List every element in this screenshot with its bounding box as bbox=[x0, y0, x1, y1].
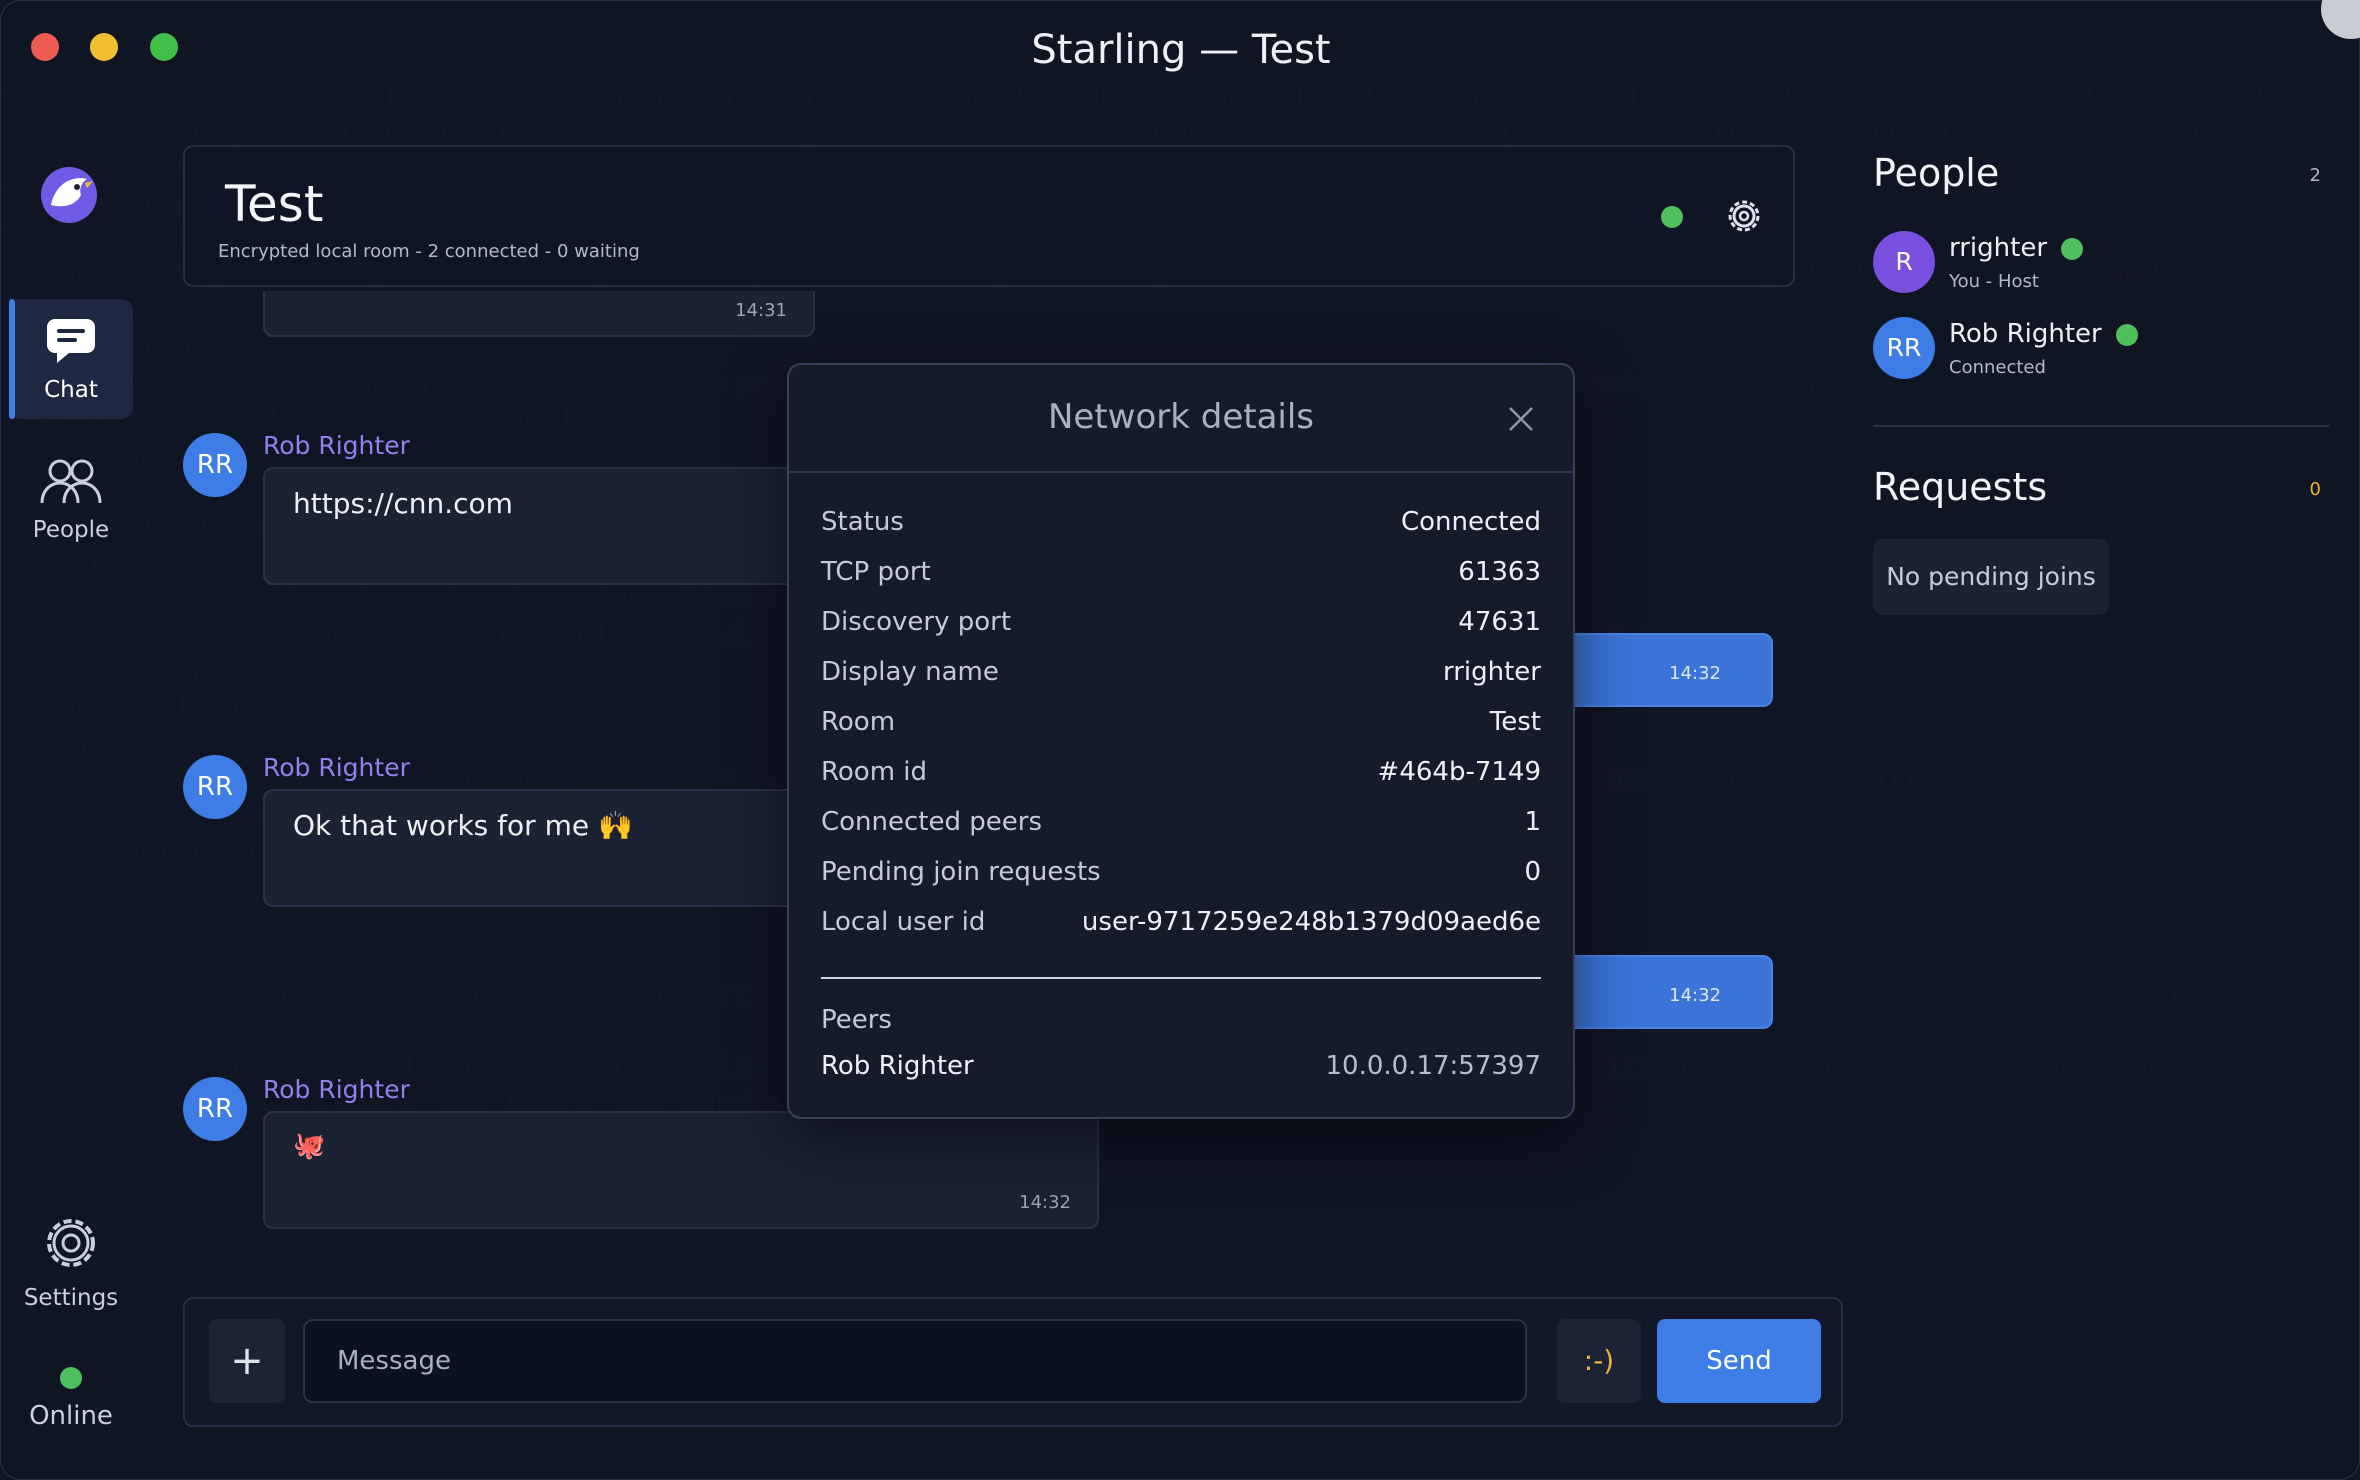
message-bubble: 🐙 14:32 bbox=[263, 1111, 1099, 1229]
rail-settings[interactable]: Settings bbox=[9, 1213, 133, 1311]
requests-heading: Requests bbox=[1873, 465, 2048, 509]
message-time: 14:32 bbox=[1669, 985, 1721, 1006]
avatar: R bbox=[1873, 231, 1935, 293]
detail-value: 0 bbox=[1524, 857, 1541, 887]
detail-value: rrighter bbox=[1442, 657, 1541, 687]
message-sender[interactable]: Rob Righter bbox=[263, 1075, 410, 1104]
message-bubble: https://cnn.com bbox=[263, 467, 815, 585]
room-subtitle: Encrypted local room - 2 connected - 0 w… bbox=[218, 241, 640, 262]
detail-label: Room bbox=[821, 707, 896, 737]
person-row[interactable]: RR Rob Righter Connected bbox=[1873, 317, 2313, 387]
detail-value[interactable]: user-9717259e248b1379d09aed6e bbox=[1082, 907, 1541, 937]
online-dot-icon bbox=[60, 1367, 82, 1389]
online-dot-icon bbox=[2061, 237, 2084, 260]
window-title: Starling — Test bbox=[1031, 27, 1331, 73]
dialog-divider bbox=[821, 977, 1541, 979]
detail-label: TCP port bbox=[821, 557, 931, 587]
message-bubble: 14:31 bbox=[263, 291, 815, 337]
app-window: Starling — Test Chat People Settings Onl… bbox=[0, 0, 2360, 1480]
requests-count: 0 bbox=[2309, 479, 2321, 500]
detail-label: Pending join requests bbox=[821, 857, 1101, 887]
rail-people[interactable]: People bbox=[9, 457, 133, 543]
detail-label: Status bbox=[821, 507, 904, 537]
person-name: rrighter bbox=[1949, 233, 2048, 263]
rail-chat-label: Chat bbox=[44, 377, 98, 403]
send-button[interactable]: Send bbox=[1657, 1319, 1821, 1403]
detail-value: 47631 bbox=[1458, 607, 1541, 637]
peers-heading: Peers bbox=[821, 1005, 892, 1035]
room-status-dot-icon[interactable] bbox=[1661, 206, 1683, 228]
starling-logo-icon bbox=[41, 167, 97, 223]
detail-label: Connected peers bbox=[821, 807, 1042, 837]
message-sender[interactable]: Rob Righter bbox=[263, 431, 410, 460]
emoji-button[interactable]: :-) bbox=[1557, 1319, 1641, 1403]
detail-value: 1 bbox=[1524, 807, 1541, 837]
panel-divider bbox=[1873, 425, 2329, 427]
avatar: RR bbox=[183, 755, 247, 819]
people-count: 2 bbox=[2309, 165, 2321, 186]
close-icon[interactable] bbox=[1507, 405, 1535, 433]
detail-label: Local user id bbox=[821, 907, 986, 937]
message-text: Ok that works for me 🙌 bbox=[293, 809, 633, 842]
person-status: Connected bbox=[1949, 357, 2046, 378]
person-row[interactable]: R rrighter You - Host bbox=[1873, 231, 2313, 301]
online-dot-icon bbox=[2115, 323, 2138, 346]
online-status: Online bbox=[9, 1367, 133, 1431]
avatar: RR bbox=[183, 433, 247, 497]
detail-row-connected-peers: Connected peers 1 bbox=[821, 807, 1541, 847]
avatar: RR bbox=[1873, 317, 1935, 379]
titlebar: Starling — Test bbox=[1, 1, 2360, 101]
rail-settings-label: Settings bbox=[23, 1285, 119, 1311]
detail-value: Test bbox=[1489, 707, 1541, 737]
message-time: 14:32 bbox=[1669, 663, 1721, 684]
message-bubble: Ok that works for me 🙌 bbox=[263, 789, 815, 907]
right-panel: People 2 R rrighter You - Host RR Rob Ri… bbox=[1849, 141, 2329, 1341]
detail-value: Connected bbox=[1400, 507, 1541, 537]
person-name: Rob Righter bbox=[1949, 319, 2102, 349]
dialog-title: Network details bbox=[1047, 397, 1315, 437]
detail-row-status: Status Connected bbox=[821, 507, 1541, 547]
room-header: Test Encrypted local room - 2 connected … bbox=[183, 145, 1795, 287]
avatar: RR bbox=[183, 1077, 247, 1141]
no-pending-joins: No pending joins bbox=[1873, 539, 2109, 615]
rail-people-label: People bbox=[32, 517, 110, 543]
detail-label: Display name bbox=[821, 657, 999, 687]
message-sticker: 🐙 bbox=[293, 1131, 326, 1161]
chat-icon bbox=[47, 319, 95, 363]
detail-row-local-user-id: Local user id user-9717259e248b1379d09ae… bbox=[821, 907, 1541, 947]
message-time: 14:31 bbox=[735, 300, 787, 321]
message-time: 14:32 bbox=[1019, 1192, 1071, 1213]
detail-value: #464b-7149 bbox=[1377, 757, 1541, 787]
detail-row-discovery-port: Discovery port 47631 bbox=[821, 607, 1541, 647]
message-composer: + :-) Send bbox=[183, 1297, 1843, 1427]
detail-value: 61363 bbox=[1458, 557, 1541, 587]
person-role: You - Host bbox=[1949, 271, 2039, 292]
detail-row-room: Room Test bbox=[821, 707, 1541, 747]
message-sender[interactable]: Rob Righter bbox=[263, 753, 410, 782]
online-label: Online bbox=[29, 1401, 113, 1431]
rail-chat[interactable]: Chat bbox=[9, 299, 133, 419]
network-details-dialog: Network details Status Connected TCP por… bbox=[787, 363, 1575, 1119]
attach-button[interactable]: + bbox=[209, 1319, 285, 1403]
detail-row-tcp-port: TCP port 61363 bbox=[821, 557, 1541, 597]
peer-name: Rob Righter bbox=[821, 1051, 974, 1081]
dialog-separator bbox=[789, 471, 1573, 473]
peer-address[interactable]: 10.0.0.17:57397 bbox=[1325, 1051, 1541, 1081]
people-icon bbox=[40, 459, 102, 504]
message-text[interactable]: https://cnn.com bbox=[293, 487, 513, 520]
detail-row-display-name: Display name rrighter bbox=[821, 657, 1541, 697]
detail-row-pending-joins: Pending join requests 0 bbox=[821, 857, 1541, 897]
detail-row-room-id: Room id #464b-7149 bbox=[821, 757, 1541, 797]
room-title: Test bbox=[225, 175, 324, 233]
detail-label: Room id bbox=[821, 757, 928, 787]
settings-gear-icon bbox=[47, 1219, 95, 1267]
room-settings-gear-icon[interactable] bbox=[1725, 197, 1763, 235]
message-input[interactable] bbox=[303, 1319, 1527, 1403]
detail-label: Discovery port bbox=[821, 607, 1012, 637]
people-heading: People bbox=[1873, 151, 2000, 195]
left-rail: Chat People Settings Online bbox=[1, 141, 137, 1480]
